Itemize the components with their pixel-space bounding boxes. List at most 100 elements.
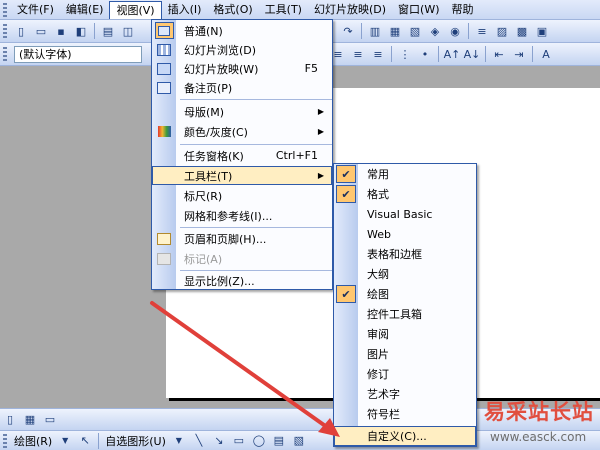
textbox-icon[interactable]: ▤ bbox=[270, 433, 288, 449]
insert-table-icon[interactable]: ▦ bbox=[386, 22, 404, 40]
toolbar-grip[interactable] bbox=[3, 24, 7, 38]
show-formatting-icon[interactable]: ▨ bbox=[493, 22, 511, 40]
view-menu-item-task-pane[interactable]: 任务窗格(K) Ctrl+F1 bbox=[152, 146, 332, 165]
menu-view[interactable]: 视图(V) bbox=[109, 0, 162, 19]
toolbar-item-reviewing[interactable]: 审阅 bbox=[334, 324, 476, 344]
slide-sorter-icon bbox=[152, 40, 176, 59]
tables-borders-icon[interactable]: ▧ bbox=[406, 22, 424, 40]
toolbar-separator bbox=[485, 46, 486, 62]
view-menu-dropdown: 普通(N) 幻灯片浏览(D) 幻灯片放映(W) F5 备注页(P) 母版(M) … bbox=[151, 19, 333, 290]
toolbar-item-wordart[interactable]: 艺术字 bbox=[334, 384, 476, 404]
toolbar-item-revisions[interactable]: 修订 bbox=[334, 364, 476, 384]
grid-icon[interactable]: ▩ bbox=[513, 22, 531, 40]
line-icon[interactable]: ╲ bbox=[190, 433, 208, 449]
decrease-indent-icon[interactable]: ⇤ bbox=[490, 45, 508, 63]
normal-view-icon bbox=[154, 22, 174, 39]
autoshapes-menu-button[interactable]: 自选图形(U) bbox=[102, 433, 169, 449]
checkmark-icon: ✔ bbox=[336, 185, 356, 203]
toolbar-grip[interactable] bbox=[3, 47, 7, 61]
dropdown-arrow-icon[interactable]: ▼ bbox=[56, 433, 74, 449]
insert-chart-icon[interactable]: ▥ bbox=[366, 22, 384, 40]
watermark: 易采站长站 www.easck.com bbox=[476, 392, 600, 450]
menu-separator bbox=[180, 144, 332, 145]
print-icon[interactable]: ▤ bbox=[99, 22, 117, 40]
watermark-text: 易采站长站 bbox=[484, 399, 594, 424]
view-menu-item-toolbars[interactable]: 工具栏(T) ▶ bbox=[152, 166, 332, 185]
normal-view-icon[interactable]: ▯ bbox=[1, 411, 19, 429]
view-menu-item-slideshow[interactable]: 幻灯片放映(W) F5 bbox=[152, 59, 332, 78]
color-grayscale-icon[interactable]: ▣ bbox=[533, 22, 551, 40]
toolbar-separator bbox=[94, 23, 95, 39]
menu-tools[interactable]: 工具(T) bbox=[259, 1, 308, 19]
select-objects-icon[interactable]: ↖ bbox=[76, 433, 94, 449]
checkmark-icon: ✔ bbox=[336, 165, 356, 183]
oval-icon[interactable]: ◯ bbox=[250, 433, 268, 449]
view-menu-item-grid-guides[interactable]: 网格和参考线(I)... bbox=[152, 206, 332, 225]
font-color-icon[interactable]: A bbox=[537, 45, 555, 63]
menu-slideshow[interactable]: 幻灯片放映(D) bbox=[308, 1, 392, 19]
slide-sorter-icon[interactable]: ▦ bbox=[21, 411, 39, 429]
watermark-url: www.easck.com bbox=[490, 430, 587, 444]
align-right-icon[interactable]: ≡ bbox=[369, 45, 387, 63]
center-icon[interactable]: ≡ bbox=[349, 45, 367, 63]
toolbar-grip[interactable] bbox=[3, 2, 7, 17]
menu-file[interactable]: 文件(F) bbox=[11, 1, 60, 19]
bullets-icon[interactable]: • bbox=[416, 45, 434, 63]
dropdown-arrow-icon[interactable]: ▼ bbox=[170, 433, 188, 449]
insert-picture-icon[interactable]: ▧ bbox=[290, 433, 308, 449]
toolbar-item-standard[interactable]: ✔ 常用 bbox=[334, 164, 476, 184]
increase-font-icon[interactable]: A↑ bbox=[443, 45, 461, 63]
menu-window[interactable]: 窗口(W) bbox=[392, 1, 445, 19]
view-menu-item-normal[interactable]: 普通(N) bbox=[152, 21, 332, 40]
toolbar-grip[interactable] bbox=[3, 433, 7, 448]
toolbar-item-web[interactable]: Web bbox=[334, 224, 476, 244]
view-menu-item-markup: 标记(A) bbox=[152, 249, 332, 268]
decrease-font-icon[interactable]: A↓ bbox=[463, 45, 481, 63]
view-menu-item-notes-page[interactable]: 备注页(P) bbox=[152, 78, 332, 97]
save-icon[interactable]: ▪ bbox=[52, 22, 70, 40]
redo-icon[interactable]: ↷ bbox=[339, 22, 357, 40]
toolbar-item-symbol[interactable]: 符号栏 bbox=[334, 404, 476, 424]
toolbar-item-control-toolbox[interactable]: 控件工具箱 bbox=[334, 304, 476, 324]
rectangle-icon[interactable]: ▭ bbox=[230, 433, 248, 449]
view-menu-item-master[interactable]: 母版(M) ▶ bbox=[152, 102, 332, 121]
insert-diagram-icon[interactable]: ◉ bbox=[446, 22, 464, 40]
expand-all-icon[interactable]: ≡ bbox=[473, 22, 491, 40]
new-icon[interactable]: ▯ bbox=[12, 22, 30, 40]
draw-menu-button[interactable]: 绘图(R) bbox=[11, 433, 55, 449]
insert-wordart-icon[interactable]: ◈ bbox=[426, 22, 444, 40]
font-name-select[interactable]: (默认字体) bbox=[14, 45, 142, 63]
open-icon[interactable]: ▭ bbox=[32, 22, 50, 40]
toolbar-item-picture[interactable]: 图片 bbox=[334, 344, 476, 364]
toolbar-separator bbox=[532, 46, 533, 62]
view-menu-item-zoom[interactable]: 显示比例(Z)... bbox=[152, 271, 332, 290]
view-menu-item-color-grayscale[interactable]: 颜色/灰度(C) ▶ bbox=[152, 122, 332, 141]
toolbar-item-tables-borders[interactable]: 表格和边框 bbox=[334, 244, 476, 264]
submenu-arrow-icon: ▶ bbox=[317, 171, 324, 180]
view-menu-item-ruler[interactable]: 标尺(R) bbox=[152, 186, 332, 205]
print-preview-icon[interactable]: ◫ bbox=[119, 22, 137, 40]
menu-format[interactable]: 格式(O) bbox=[207, 1, 258, 19]
toolbar-item-customize[interactable]: 自定义(C)... bbox=[334, 426, 476, 446]
permission-icon[interactable]: ◧ bbox=[72, 22, 90, 40]
view-menu-item-header-footer[interactable]: 页眉和页脚(H)... bbox=[152, 229, 332, 248]
toolbar-separator bbox=[468, 23, 469, 39]
toolbar-item-outline[interactable]: 大纲 bbox=[334, 264, 476, 284]
numbering-icon[interactable]: ⋮ bbox=[396, 45, 414, 63]
color-grayscale-icon bbox=[152, 122, 176, 141]
slideshow-icon[interactable]: ▭ bbox=[41, 411, 59, 429]
arrow-tool-icon[interactable]: ↘ bbox=[210, 433, 228, 449]
view-menu-item-slide-sorter[interactable]: 幻灯片浏览(D) bbox=[152, 40, 332, 59]
toolbar-item-visual-basic[interactable]: Visual Basic bbox=[334, 204, 476, 224]
checkmark-icon: ✔ bbox=[336, 285, 356, 303]
menu-separator bbox=[180, 99, 332, 100]
menu-edit[interactable]: 编辑(E) bbox=[60, 1, 110, 19]
menu-separator bbox=[180, 227, 332, 228]
toolbar-separator bbox=[391, 46, 392, 62]
menu-help[interactable]: 帮助 bbox=[446, 1, 480, 19]
toolbar-item-formatting[interactable]: ✔ 格式 bbox=[334, 184, 476, 204]
menu-insert[interactable]: 插入(I) bbox=[162, 1, 208, 19]
toolbars-submenu: ✔ 常用 ✔ 格式 Visual Basic Web 表格和边框 大纲 ✔ 绘图… bbox=[333, 163, 477, 447]
increase-indent-icon[interactable]: ⇥ bbox=[510, 45, 528, 63]
toolbar-item-drawing[interactable]: ✔ 绘图 bbox=[334, 284, 476, 304]
